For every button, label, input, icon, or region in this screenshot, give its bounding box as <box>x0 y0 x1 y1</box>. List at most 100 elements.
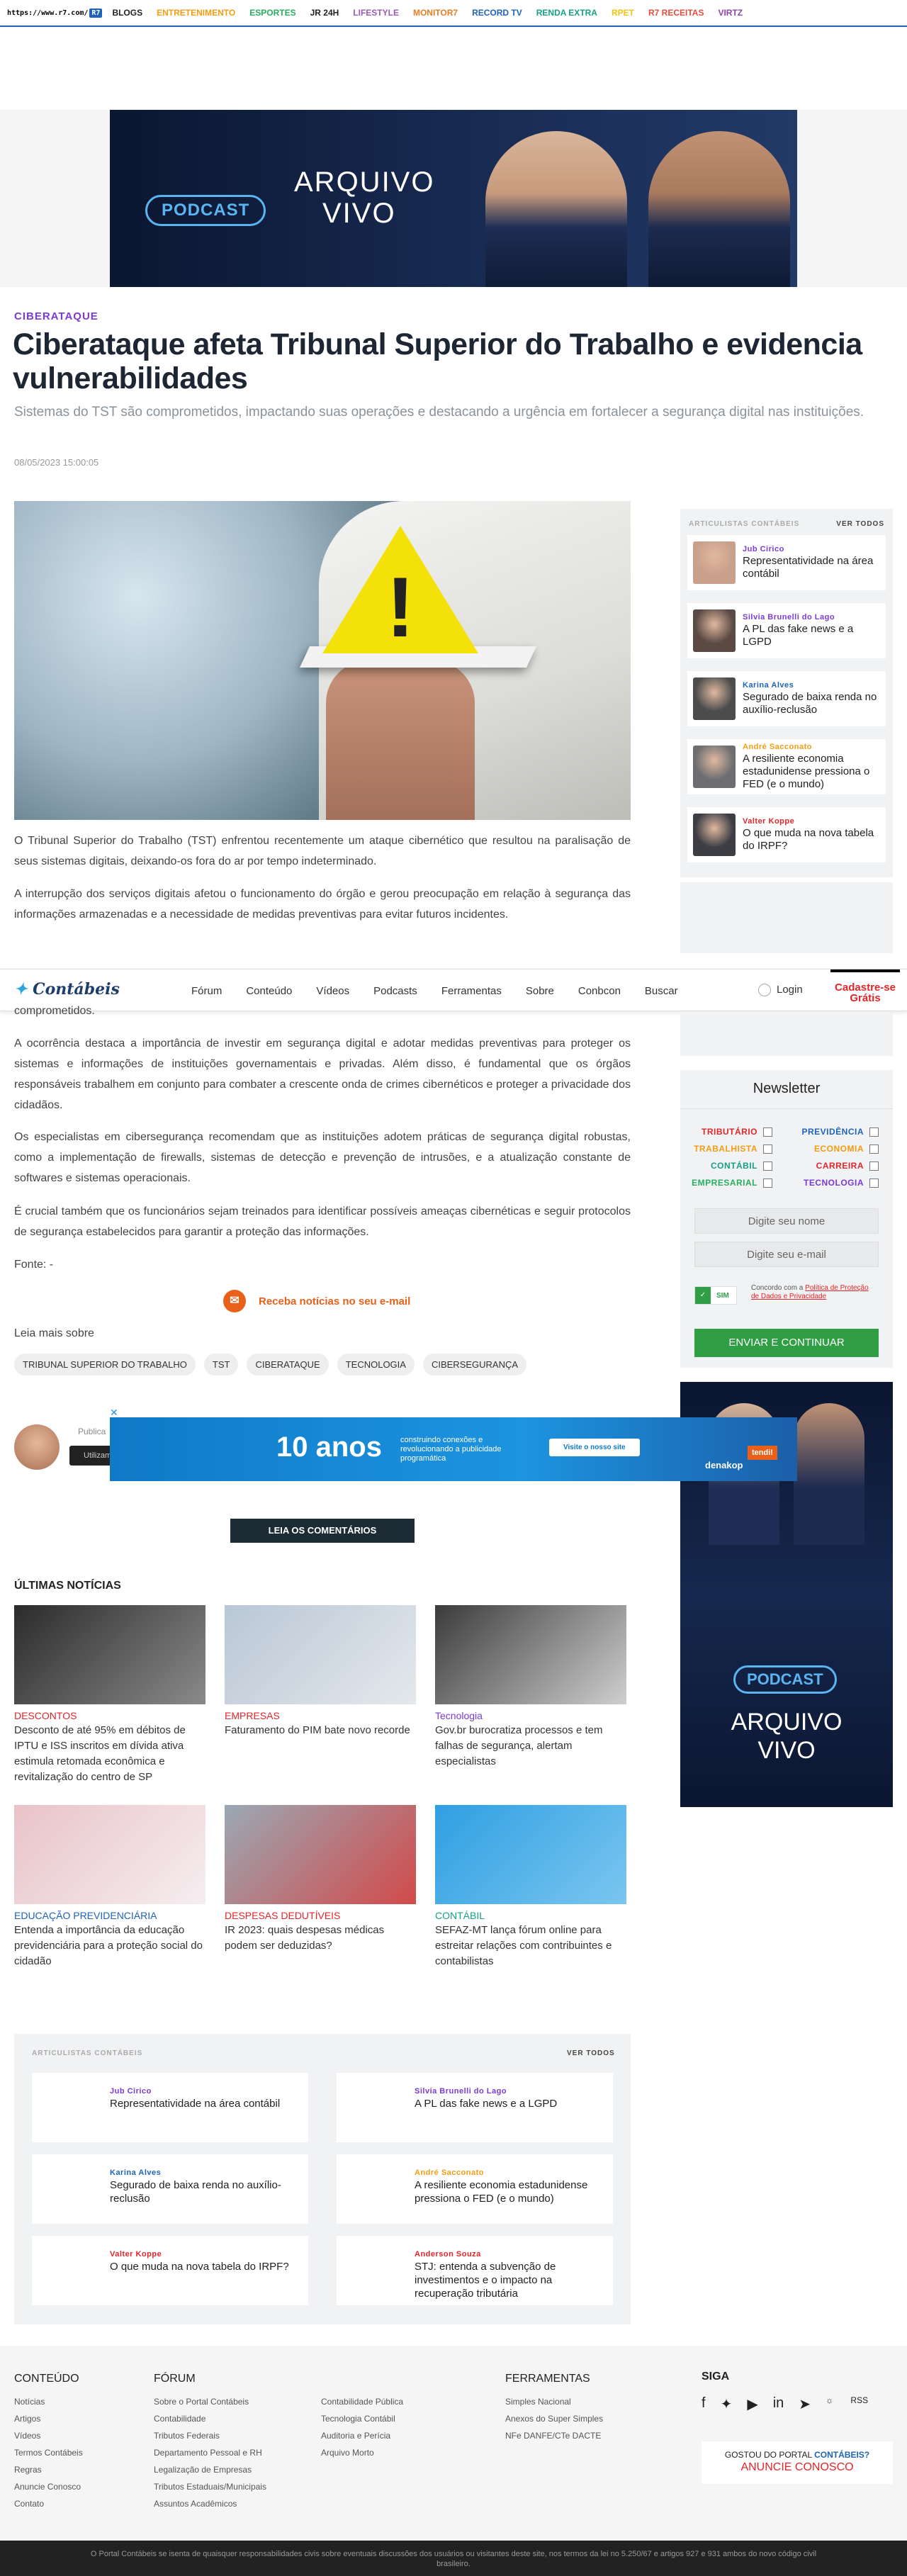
newsletter-topic-checkbox[interactable]: CARREIRA <box>816 1161 879 1171</box>
r7-nav-item[interactable]: RPET <box>612 8 634 18</box>
nav-item[interactable]: Buscar <box>645 985 678 997</box>
bottom-ver-todos-link[interactable]: VER TODOS <box>567 2049 615 2057</box>
tag-chip[interactable]: TRIBUNAL SUPERIOR DO TRABALHO <box>14 1354 196 1376</box>
news-category[interactable]: EDUCAÇÃO PREVIDENCIÁRIA <box>14 1910 205 1921</box>
footer-link[interactable]: Notícias <box>14 2393 83 2410</box>
articulista-card[interactable]: Jub Cirico Representatividade na área con… <box>687 535 886 590</box>
news-category[interactable]: CONTÁBIL <box>435 1910 626 1921</box>
footer-link[interactable]: Auditoria e Perícia <box>321 2427 403 2444</box>
read-comments-button[interactable]: LEIA OS COMENTÁRIOS <box>230 1519 415 1543</box>
nav-item[interactable]: Sobre <box>526 985 554 997</box>
bottom-articulista-card[interactable]: Anderson Souza STJ: entenda a subvenção d… <box>337 2236 613 2305</box>
r7-logo[interactable]: https://www.r7.com/R7 <box>7 8 103 18</box>
footer-link[interactable]: Contato <box>14 2495 83 2512</box>
news-category[interactable]: DESPESAS DEDUTÍVEIS <box>225 1910 416 1921</box>
footer-link[interactable]: Departamento Pessoal e RH <box>154 2444 266 2461</box>
newsletter-topic-checkbox[interactable]: TRIBUTÁRIO <box>702 1127 772 1137</box>
telegram-icon[interactable]: ➤ <box>799 2395 811 2413</box>
newsletter-email-input[interactable]: Digite seu e-mail <box>694 1242 879 1267</box>
podcast-banner[interactable]: PODCAST ARQUIVO VIVO <box>110 110 797 287</box>
tag-chip[interactable]: TST <box>203 1354 239 1376</box>
footer-link[interactable]: Artigos <box>14 2410 83 2427</box>
footer-link[interactable]: Tributos Federais <box>154 2427 266 2444</box>
newsletter-topic-checkbox[interactable]: PREVIDÊNCIA <box>801 1127 879 1137</box>
footer-link[interactable]: Anexos do Super Simples <box>505 2410 603 2427</box>
twitter-icon[interactable]: ✦ <box>721 2395 733 2413</box>
news-card[interactable]: EMPRESAS Faturamento do PIM bate novo rec… <box>225 1605 416 1738</box>
r7-nav-item[interactable]: ENTRETENIMENTO <box>157 8 235 18</box>
consent-toggle[interactable]: ✓ SIM <box>694 1286 737 1305</box>
footer-link[interactable]: Termos Contábeis <box>14 2444 83 2461</box>
login-button[interactable]: Login <box>758 984 803 997</box>
footer-link[interactable]: Anuncie Conosco <box>14 2478 83 2495</box>
r7-nav-item[interactable]: ESPORTES <box>249 8 295 18</box>
newsletter-topic-checkbox[interactable]: TECNOLOGIA <box>804 1178 879 1188</box>
bottom-articulista-card[interactable]: Silvia Brunelli do Lago A PL das fake new… <box>337 2073 613 2142</box>
rss-icon[interactable]: ☼ RSS <box>826 2395 883 2413</box>
newsletter-topic-checkbox[interactable]: CONTÁBIL <box>711 1161 772 1171</box>
nav-item[interactable]: Fórum <box>191 985 222 997</box>
anuncie-link[interactable]: ANUNCIE CONOSCO <box>702 2461 893 2474</box>
tag-chip[interactable]: TECNOLOGIA <box>337 1354 415 1376</box>
contabeis-logo[interactable]: ✦ Contábeis <box>14 980 120 999</box>
articulista-card[interactable]: Valter Koppe O que muda na nova tabela do… <box>687 807 886 862</box>
r7-nav-item[interactable]: RENDA EXTRA <box>536 8 597 18</box>
sidebar-ver-todos-link[interactable]: VER TODOS <box>836 520 884 528</box>
articulista-card[interactable]: André Sacconato A resiliente economia est… <box>687 739 886 794</box>
r7-nav-item[interactable]: R7 RECEITAS <box>648 8 704 18</box>
articulista-card[interactable]: Karina Alves Segurado de baixa renda no a… <box>687 671 886 726</box>
r7-nav-item[interactable]: JR 24H <box>310 8 339 18</box>
footer-link[interactable]: Simples Nacional <box>505 2393 603 2410</box>
bottom-articulista-card[interactable]: André Sacconato A resiliente economia est… <box>337 2154 613 2224</box>
nav-item[interactable]: Conteúdo <box>246 985 292 997</box>
facebook-icon[interactable]: f <box>702 2395 706 2413</box>
article-category[interactable]: CIBERATAQUE <box>14 310 98 322</box>
cadastre-button[interactable]: Cadastre-se Grátis <box>830 969 900 1011</box>
nav-item[interactable]: Podcasts <box>373 985 417 997</box>
newsletter-submit-button[interactable]: ENVIAR E CONTINUAR <box>694 1329 879 1357</box>
r7-nav-item[interactable]: BLOGS <box>112 8 142 18</box>
youtube-icon[interactable]: ▶ <box>747 2395 757 2413</box>
author-avatar[interactable] <box>14 1424 60 1470</box>
floating-ad-banner[interactable]: 10 anos construindo conexões e revolucio… <box>110 1417 797 1481</box>
linkedin-icon[interactable]: in <box>773 2395 784 2413</box>
news-card[interactable]: CONTÁBIL SEFAZ-MT lança fórum online para… <box>435 1805 626 1969</box>
newsletter-topic-checkbox[interactable]: ECONOMIA <box>814 1144 879 1154</box>
news-category[interactable]: Tecnologia <box>435 1710 626 1721</box>
news-category[interactable]: DESCONTOS <box>14 1710 205 1721</box>
bottom-articulista-card[interactable]: Valter Koppe O que muda na nova tabela do… <box>32 2236 308 2305</box>
footer-link[interactable]: Tecnologia Contábil <box>321 2410 403 2427</box>
anuncie-box[interactable]: GOSTOU DO PORTAL CONTÁBEIS? ANUNCIE CONOS… <box>702 2441 893 2484</box>
receba-noticias-button[interactable]: ✉ Receba notícias no seu e-mail <box>223 1290 410 1312</box>
footer-link[interactable]: Legalização de Empresas <box>154 2461 266 2478</box>
r7-nav-item[interactable]: MONITOR7 <box>413 8 458 18</box>
nav-item[interactable]: Ferramentas <box>441 985 502 997</box>
footer-link[interactable]: Assuntos Acadêmicos <box>154 2495 266 2512</box>
r7-nav-item[interactable]: RECORD TV <box>472 8 522 18</box>
footer-link[interactable]: Contabilidade Pública <box>321 2393 403 2410</box>
newsletter-topic-checkbox[interactable]: TRABALHISTA <box>694 1144 772 1154</box>
footer-link[interactable]: Tributos Estaduais/Municipais <box>154 2478 266 2495</box>
news-card[interactable]: DESPESAS DEDUTÍVEIS IR 2023: quais despes… <box>225 1805 416 1954</box>
ad-visit-button[interactable]: Visite o nosso site <box>549 1439 640 1456</box>
footer-link[interactable]: Sobre o Portal Contábeis <box>154 2393 266 2410</box>
footer-link[interactable]: Contabilidade <box>154 2410 266 2427</box>
footer-link[interactable]: Vídeos <box>14 2427 83 2444</box>
news-card[interactable]: DESCONTOS Desconto de até 95% em débitos … <box>14 1605 205 1785</box>
r7-nav-item[interactable]: LIFESTYLE <box>353 8 399 18</box>
r7-nav-item[interactable]: VIRTZ <box>718 8 743 18</box>
newsletter-name-input[interactable]: Digite seu nome <box>694 1208 879 1234</box>
news-category[interactable]: EMPRESAS <box>225 1710 416 1721</box>
tag-chip[interactable]: CIBERSEGURANÇA <box>422 1354 527 1376</box>
bottom-articulista-card[interactable]: Karina Alves Segurado de baixa renda no a… <box>32 2154 308 2224</box>
tag-chip[interactable]: CIBERATAQUE <box>247 1354 329 1376</box>
bottom-articulista-card[interactable]: Jub Cirico Representatividade na área con… <box>32 2073 308 2142</box>
footer-link[interactable]: NFe DANFE/CTe DACTE <box>505 2427 603 2444</box>
news-card[interactable]: EDUCAÇÃO PREVIDENCIÁRIA Entenda a importâ… <box>14 1805 205 1969</box>
footer-link[interactable]: Arquivo Morto <box>321 2444 403 2461</box>
articulista-card[interactable]: Silvia Brunelli do Lago A PL das fake new… <box>687 603 886 658</box>
newsletter-topic-checkbox[interactable]: EMPRESARIAL <box>692 1178 772 1188</box>
footer-link[interactable]: Regras <box>14 2461 83 2478</box>
news-card[interactable]: Tecnologia Gov.br burocratiza processos e… <box>435 1605 626 1770</box>
nav-item[interactable]: Vídeos <box>316 985 349 997</box>
